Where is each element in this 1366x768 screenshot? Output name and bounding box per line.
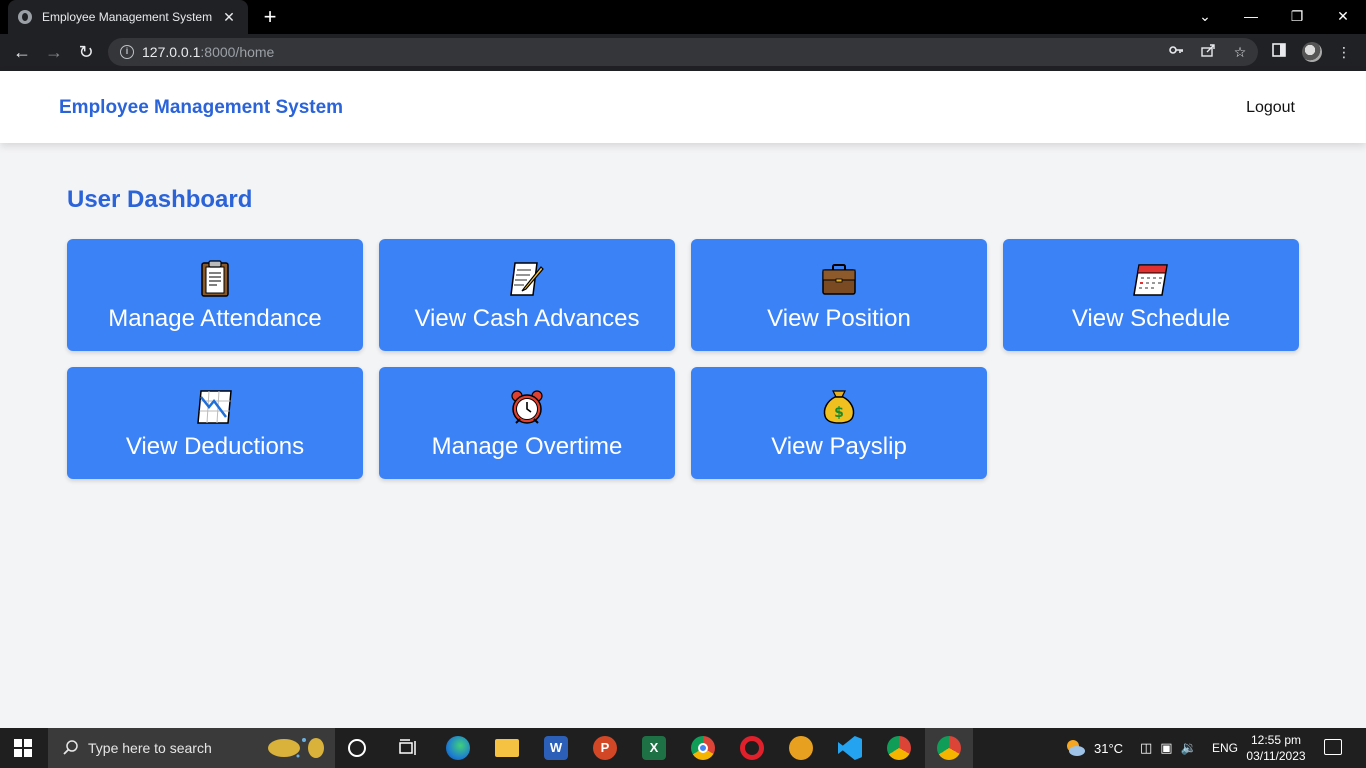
excel-icon[interactable]: X (642, 736, 666, 760)
browser-tabstrip: Employee Management System ✕ + ⌄ — ❐ ✕ (0, 0, 1366, 34)
taskbar-clock[interactable]: 12:55 pm 03/11/2023 (1244, 732, 1308, 764)
card-label: View Deductions (125, 433, 305, 460)
tab-close-icon[interactable]: ✕ (220, 9, 238, 26)
new-tab-button[interactable]: + (258, 4, 282, 30)
card-label: View Cash Advances (414, 305, 640, 332)
memo-icon (510, 262, 544, 296)
card-label: Manage Attendance (108, 305, 322, 332)
view-position-card[interactable]: View Position (691, 239, 987, 351)
battery-icon[interactable]: ◫ (1140, 740, 1152, 756)
card-label: View Position (767, 305, 911, 332)
bookmark-star-icon[interactable]: ☆ (1230, 42, 1250, 62)
windows-start-icon[interactable] (14, 739, 32, 757)
browser-tab[interactable]: Employee Management System ✕ (8, 0, 248, 34)
volume-icon[interactable]: 🔉 (1181, 740, 1197, 756)
file-explorer-icon[interactable] (495, 739, 519, 757)
card-label: Manage Overtime (431, 433, 623, 460)
view-deductions-card[interactable]: View Deductions (67, 367, 363, 479)
close-window-button[interactable]: ✕ (1320, 0, 1366, 34)
globe-icon (18, 10, 32, 24)
brand-title[interactable]: Employee Management System (59, 97, 343, 119)
logout-link[interactable]: Logout (1246, 99, 1295, 117)
notifications-icon[interactable] (1324, 739, 1342, 755)
manage-overtime-card[interactable]: Manage Overtime (379, 367, 675, 479)
site-info-icon[interactable]: i (120, 45, 134, 59)
weather-widget[interactable]: 31°C (1064, 728, 1123, 768)
vpn-shield-icon[interactable] (789, 736, 813, 760)
cortana-icon[interactable] (348, 739, 366, 757)
edge-icon[interactable] (446, 736, 470, 760)
search-placeholder: Type here to search (88, 740, 212, 756)
search-highlight-icon (268, 738, 324, 758)
svg-text:$: $ (834, 405, 844, 421)
restore-button[interactable]: ❐ (1274, 0, 1320, 34)
clock-time: 12:55 pm (1250, 733, 1302, 747)
windows-taskbar: Type here to search W P X 31°C ◫ ▣ 🔉 ENG… (0, 728, 1366, 768)
chrome-icon[interactable] (691, 736, 715, 760)
key-icon[interactable] (1166, 42, 1186, 62)
word-icon[interactable]: W (544, 736, 568, 760)
language-indicator[interactable]: ENG (1212, 728, 1238, 768)
view-schedule-card[interactable]: View Schedule (1003, 239, 1299, 351)
profile-avatar[interactable] (1302, 42, 1322, 62)
network-icon[interactable]: ▣ (1160, 740, 1172, 756)
tab-search-icon[interactable]: ⌄ (1182, 0, 1228, 34)
back-arrow-icon[interactable]: ← (8, 40, 36, 64)
calendar-icon (1133, 264, 1168, 296)
forward-arrow-icon[interactable]: → (40, 40, 68, 64)
task-view-icon[interactable] (396, 736, 420, 760)
briefcase-icon (822, 264, 856, 295)
manage-attendance-card[interactable]: Manage Attendance (67, 239, 363, 351)
page-title: User Dashboard (67, 186, 253, 213)
url-host: 127.0.0.1 (142, 44, 201, 60)
chrome-active-window[interactable] (925, 728, 973, 768)
minimize-button[interactable]: — (1228, 0, 1274, 34)
view-cash-advances-card[interactable]: View Cash Advances (379, 239, 675, 351)
search-icon (63, 740, 78, 755)
weather-temp: 31°C (1094, 740, 1124, 756)
browser-toolbar: ← → ↻ i 127.0.0.1:8000/home ☆ ⋮ (0, 34, 1366, 71)
card-label: View Payslip (771, 433, 907, 460)
tab-title: Employee Management System (42, 10, 213, 24)
reload-icon[interactable]: ↻ (72, 40, 100, 64)
card-label: View Schedule (1071, 305, 1231, 332)
weather-cloud-sun-icon (1067, 740, 1085, 756)
menu-kebab-icon[interactable]: ⋮ (1334, 42, 1354, 62)
url-path: :8000/home (200, 44, 275, 60)
chrome-profile-icon[interactable] (887, 736, 911, 760)
clock-date: 03/11/2023 (1246, 749, 1306, 763)
view-payslip-card[interactable]: $ View Payslip (691, 367, 987, 479)
side-panel-icon[interactable] (1269, 42, 1289, 62)
powerpoint-icon[interactable]: P (593, 736, 617, 760)
app-navbar: Employee Management System Logout (0, 71, 1366, 143)
address-bar[interactable]: i 127.0.0.1:8000/home (108, 38, 1258, 66)
share-icon[interactable] (1198, 42, 1218, 62)
dashboard-grid: Manage Attendance View Cash Advances Vie… (67, 239, 1299, 479)
system-tray-icons[interactable]: ◫ ▣ 🔉 (1140, 728, 1197, 768)
vscode-icon[interactable] (838, 736, 862, 760)
clipboard-icon (201, 260, 229, 297)
chart-decreasing-icon (197, 390, 232, 424)
money-bag-icon: $ (823, 390, 855, 424)
alarm-clock-icon (511, 390, 543, 424)
taskbar-search[interactable]: Type here to search (48, 728, 335, 768)
opera-icon[interactable] (740, 736, 764, 760)
